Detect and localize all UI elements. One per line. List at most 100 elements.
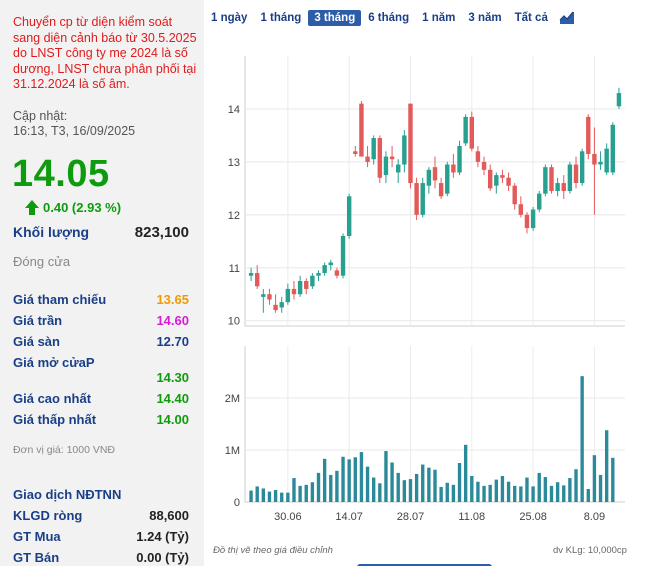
open-price-value: 14.30 <box>156 370 189 385</box>
candle-body <box>438 183 444 197</box>
updated-time: 16:13, T3, 16/09/2025 <box>13 124 136 138</box>
high-price-value: 14.40 <box>156 391 189 406</box>
candle-body <box>371 138 376 160</box>
candle-body <box>267 294 272 300</box>
tab-1-month[interactable]: 1 tháng <box>254 10 307 26</box>
sell-value-value: 0.00 (Tỷ) <box>136 550 189 565</box>
candle-body <box>549 167 554 191</box>
volume-bar <box>525 477 529 502</box>
low-price-value: 14.00 <box>156 412 189 427</box>
volume-bar <box>378 483 382 502</box>
volume-bar <box>280 492 284 502</box>
volume-bar <box>396 472 400 502</box>
candle-body <box>487 169 493 189</box>
volume-bar <box>574 469 578 502</box>
ref-price-label: Giá tham chiếu <box>13 292 107 307</box>
candle-body <box>316 273 321 276</box>
date-tick-label: 11.08 <box>458 511 485 520</box>
high-price-label: Giá cao nhất <box>13 391 92 406</box>
volume-bar <box>555 482 560 502</box>
volume-bar <box>316 472 321 502</box>
volume-bar <box>341 456 345 502</box>
volume-bar <box>402 480 407 502</box>
volume-tick-label: 2M <box>225 393 240 405</box>
candle-body <box>248 273 254 276</box>
volume-bar <box>586 489 590 502</box>
volume-bar <box>292 478 296 502</box>
tab-all[interactable]: Tất cả <box>509 10 554 26</box>
candle-body <box>573 164 579 184</box>
volume-tick-label: 0 <box>234 497 240 509</box>
candle-body <box>340 236 346 276</box>
volume-bar <box>451 484 456 502</box>
volume-bar <box>365 466 370 502</box>
foreign-title: Giao dịch NĐTNN <box>13 487 122 502</box>
candle-body <box>555 183 560 191</box>
volume-bar <box>445 482 449 502</box>
volume-bar <box>531 486 535 502</box>
period-tabs: 1 ngày 1 tháng 3 tháng 6 tháng 1 năm 3 n… <box>205 8 575 28</box>
tab-1-day[interactable]: 1 ngày <box>205 10 253 26</box>
stock-info-panel: Chuyển cp từ diện kiểm soát sang diện cả… <box>0 0 204 566</box>
candle-body <box>561 183 566 191</box>
chart-note-adjusted: Đồ thị vẽ theo giá điều chỉnh <box>213 545 333 556</box>
low-price-label: Giá thấp nhất <box>13 412 97 427</box>
candle-body <box>310 275 315 287</box>
tab-3-years[interactable]: 3 năm <box>462 10 507 26</box>
volume-value: 823,100 <box>134 224 189 241</box>
ceiling-price-label: Giá trần <box>13 313 63 328</box>
volume-bar <box>488 484 492 502</box>
candle-body <box>334 270 340 276</box>
candle-body <box>518 204 524 215</box>
volume-bar <box>408 479 413 502</box>
date-tick-label: 30.06 <box>274 511 302 520</box>
tab-1-year[interactable]: 1 năm <box>416 10 461 26</box>
sell-value-label: GT Bán <box>13 550 60 565</box>
candle-body <box>389 156 395 160</box>
floor-price-value: 12.70 <box>156 334 189 349</box>
price-change: 0.40 (2.93 %) <box>24 199 121 216</box>
candle-body <box>420 183 425 215</box>
volume-bar <box>329 474 333 502</box>
up-arrow-icon <box>25 200 39 215</box>
closed-label: Đóng cửa <box>13 254 71 269</box>
price-tick-label: 13 <box>228 157 240 169</box>
date-axis: 30.06 14.07 28.07 11.08 25.08 8.09 <box>274 511 605 520</box>
candle-body <box>586 116 591 154</box>
candle-body <box>512 185 517 205</box>
volume-bar <box>568 478 572 502</box>
volume-bar <box>390 462 394 502</box>
area-chart-icon[interactable] <box>558 10 575 26</box>
volume-bar <box>359 452 364 502</box>
unit-note: Đơn vị giá: 1000 VNĐ <box>13 444 116 456</box>
candle-body <box>543 167 548 194</box>
volume-bar <box>543 477 548 502</box>
current-price: 14.05 <box>12 153 110 195</box>
candle-body <box>432 167 438 181</box>
ref-price-value: 13.65 <box>156 292 189 307</box>
candle-body <box>279 302 284 308</box>
candle-body <box>537 193 542 210</box>
volume-bar <box>598 474 603 502</box>
candle-body <box>359 103 364 157</box>
open-price-label: Giá mở cửaP <box>13 355 95 370</box>
tab-3-months[interactable]: 3 tháng <box>308 10 362 26</box>
net-volume-label: KLGD ròng <box>13 508 83 523</box>
candle-body <box>291 288 297 295</box>
candle-body <box>377 138 383 178</box>
tab-6-months[interactable]: 6 tháng <box>362 10 415 26</box>
date-tick-label: 28.07 <box>397 511 425 520</box>
volume-bar <box>384 451 388 502</box>
candle-body <box>322 265 327 274</box>
volume-bar <box>519 486 523 502</box>
volume-bar <box>427 467 431 502</box>
date-tick-label: 8.09 <box>584 511 605 520</box>
volume-bar <box>476 481 480 502</box>
volume-bar <box>549 485 554 502</box>
candle-body <box>500 175 505 178</box>
volume-axis: 0 1M 2M <box>225 393 240 509</box>
buy-value-value: 1.24 (Tỷ) <box>136 529 189 544</box>
volume-bar <box>347 459 351 502</box>
candle-body <box>506 177 511 186</box>
volume-bar <box>249 490 253 502</box>
